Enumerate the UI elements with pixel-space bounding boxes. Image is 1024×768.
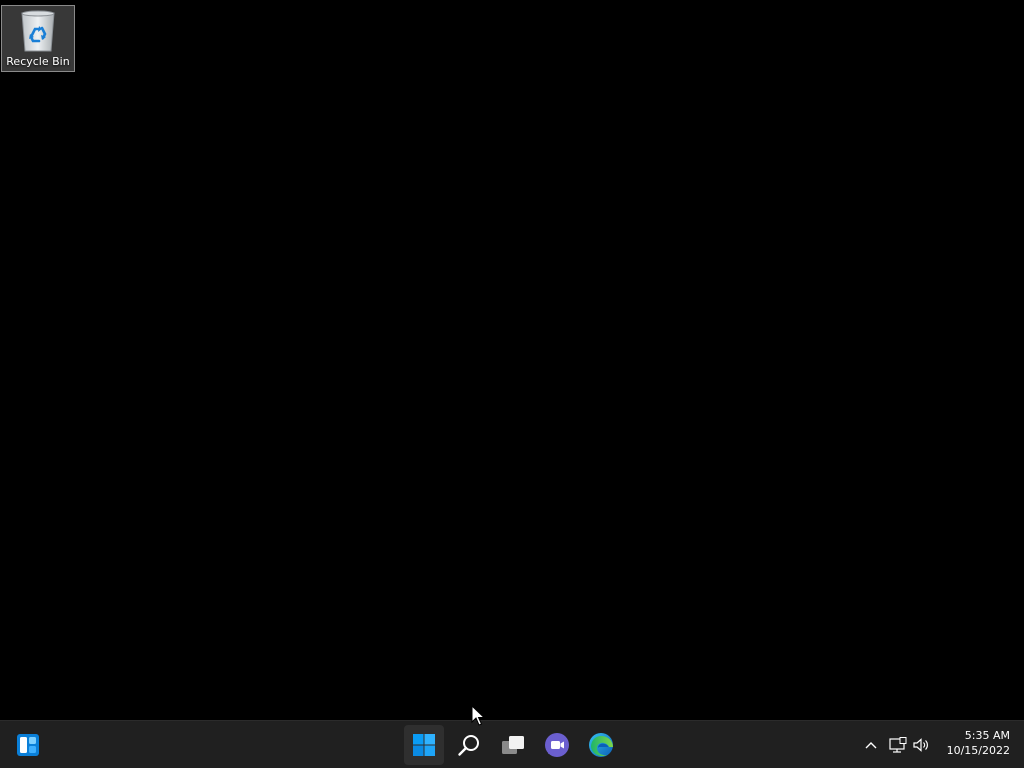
- edge-icon: [589, 733, 613, 757]
- task-view-icon: [502, 736, 524, 754]
- widgets-icon: [17, 734, 39, 756]
- chevron-up-icon: [865, 742, 877, 749]
- taskbar: 5:35 AM 10/15/2022: [0, 720, 1024, 768]
- edge-button[interactable]: [581, 725, 621, 765]
- search-button[interactable]: [449, 725, 489, 765]
- volume-icon: [913, 738, 928, 752]
- windows-start-icon: [413, 734, 435, 756]
- mouse-cursor-icon: [471, 705, 485, 726]
- volume-button[interactable]: [910, 733, 932, 757]
- tray-overflow-button[interactable]: [860, 733, 882, 757]
- network-icon: [889, 737, 907, 753]
- clock-date: 10/15/2022: [946, 744, 1010, 757]
- search-icon: [458, 735, 479, 756]
- clock-time: 5:35 AM: [964, 729, 1010, 742]
- start-button[interactable]: [404, 725, 444, 765]
- desktop[interactable]: Recycle Bin: [0, 0, 1024, 720]
- desktop-icon-recycle-bin[interactable]: Recycle Bin: [1, 5, 75, 72]
- widgets-button[interactable]: [8, 725, 48, 765]
- desktop-icon-label: Recycle Bin: [6, 55, 70, 68]
- recycle-bin-icon: [21, 10, 55, 52]
- network-button[interactable]: [887, 733, 909, 757]
- task-view-button[interactable]: [493, 725, 533, 765]
- clock-button[interactable]: 5:35 AM 10/15/2022: [940, 728, 1010, 758]
- chat-icon: [545, 733, 569, 757]
- chat-button[interactable]: [537, 725, 577, 765]
